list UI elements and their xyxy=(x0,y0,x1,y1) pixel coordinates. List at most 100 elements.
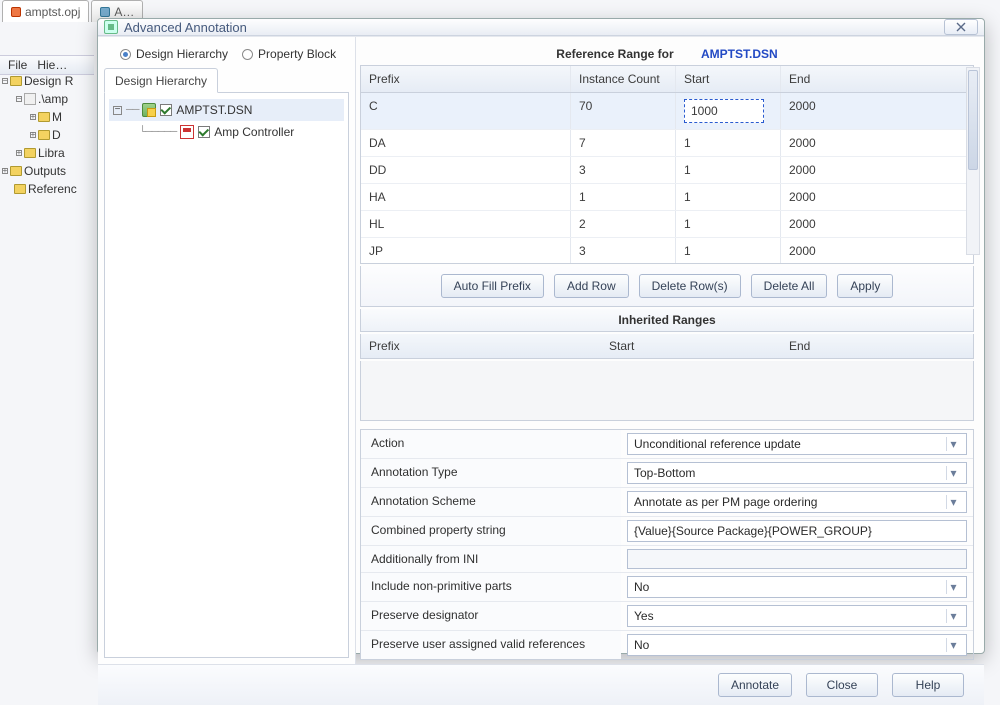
cell-count[interactable]: 3 xyxy=(571,157,676,183)
delete-rows-button[interactable]: Delete Row(s) xyxy=(639,274,741,298)
label-annotation-scheme: Annotation Scheme xyxy=(361,488,621,516)
delete-all-button[interactable]: Delete All xyxy=(751,274,828,298)
tab-amptst[interactable]: amptst.opj xyxy=(2,0,89,22)
cell-prefix[interactable]: DA xyxy=(361,130,571,156)
menu-file[interactable]: File xyxy=(8,58,27,72)
col-start[interactable]: Start xyxy=(601,334,781,358)
combo-annotation-scheme[interactable]: Annotate as per PM page ordering▾ xyxy=(627,491,967,513)
cell-start-input[interactable]: 1000 xyxy=(684,99,764,123)
help-button[interactable]: Help xyxy=(892,673,964,697)
cell-start[interactable]: 1 xyxy=(676,238,781,263)
folder-icon xyxy=(14,184,26,194)
combo-preserve-designator[interactable]: Yes▾ xyxy=(627,605,967,627)
label-additionally-ini: Additionally from INI xyxy=(361,546,621,572)
checkbox[interactable] xyxy=(198,126,210,138)
collapse-icon[interactable]: − xyxy=(2,78,8,84)
col-prefix[interactable]: Prefix xyxy=(361,66,571,92)
radio-property-block[interactable]: Property Block xyxy=(242,47,336,61)
tree-node-dsn[interactable]: − ── AMPTST.DSN xyxy=(109,99,344,121)
cell-start[interactable]: 1 xyxy=(676,184,781,210)
tree-label: Referenc xyxy=(28,180,77,198)
combo-value: Unconditional reference update xyxy=(634,437,801,451)
table-row[interactable]: DD 3 1 2000 xyxy=(361,157,973,184)
col-end[interactable]: End xyxy=(781,66,931,92)
collapse-icon[interactable]: − xyxy=(113,106,122,115)
tree-node-label: Amp Controller xyxy=(214,125,294,139)
inherited-ranges-header: Prefix Start End xyxy=(360,334,974,359)
checkbox[interactable] xyxy=(160,104,172,116)
cell-start[interactable]: 1 xyxy=(676,211,781,237)
table-row[interactable]: HL 2 1 2000 xyxy=(361,211,973,238)
expand-icon[interactable]: + xyxy=(30,114,36,120)
tree-node-label: AMPTST.DSN xyxy=(176,103,252,117)
file-icon xyxy=(24,93,36,105)
table-row[interactable]: DA 7 1 2000 xyxy=(361,130,973,157)
cell-start[interactable]: 1 xyxy=(676,157,781,183)
cell-count[interactable]: 1 xyxy=(571,184,676,210)
grid-scrollbar[interactable] xyxy=(966,67,980,255)
cell-prefix[interactable]: HL xyxy=(361,211,571,237)
add-row-button[interactable]: Add Row xyxy=(554,274,629,298)
combo-value: Top-Bottom xyxy=(634,466,695,480)
cell-end[interactable]: 2000 xyxy=(781,238,931,263)
table-row[interactable]: C 70 1000 2000 xyxy=(361,93,973,130)
tree-connector: ── xyxy=(126,103,138,117)
cell-prefix[interactable]: DD xyxy=(361,157,571,183)
radio-design-hierarchy[interactable]: Design Hierarchy xyxy=(120,47,228,61)
folder-icon xyxy=(24,148,36,158)
table-row[interactable]: JP 3 1 2000 xyxy=(361,238,973,263)
collapse-icon[interactable]: − xyxy=(16,96,22,102)
input-combined-property[interactable]: {Value}{Source Package}{POWER_GROUP} xyxy=(627,520,967,542)
scrollbar-thumb[interactable] xyxy=(968,70,978,170)
cell-count[interactable]: 70 xyxy=(571,93,676,129)
table-row[interactable]: HA 1 1 2000 xyxy=(361,184,973,211)
cell-count[interactable]: 2 xyxy=(571,211,676,237)
annotate-button[interactable]: Annotate xyxy=(718,673,792,697)
cell-end[interactable]: 2000 xyxy=(781,93,931,129)
radio-icon xyxy=(242,49,253,60)
combo-include-nonprimitive[interactable]: No ▾ xyxy=(627,576,967,598)
close-button[interactable]: Close xyxy=(806,673,878,697)
combo-annotation-type[interactable]: Top-Bottom▾ xyxy=(627,462,967,484)
cell-count[interactable]: 3 xyxy=(571,238,676,263)
col-prefix[interactable]: Prefix xyxy=(361,334,601,358)
close-button[interactable] xyxy=(944,19,978,35)
cell-end[interactable]: 2000 xyxy=(781,184,931,210)
tree-node-child[interactable]: └───── Amp Controller xyxy=(109,121,344,143)
chevron-down-icon: ▾ xyxy=(946,638,960,652)
radio-label: Property Block xyxy=(258,47,336,61)
cell-end[interactable]: 2000 xyxy=(781,157,931,183)
cell-end[interactable]: 2000 xyxy=(781,130,931,156)
col-end[interactable]: End xyxy=(781,334,931,358)
auto-fill-prefix-button[interactable]: Auto Fill Prefix xyxy=(441,274,544,298)
expand-icon[interactable]: + xyxy=(2,168,8,174)
apply-button[interactable]: Apply xyxy=(837,274,893,298)
left-pane: Design Hierarchy Property Block Design H… xyxy=(98,37,356,664)
menu-hierarchy[interactable]: Hie… xyxy=(37,58,67,72)
combo-action[interactable]: Unconditional reference update▾ xyxy=(627,433,967,455)
input-value: {Value}{Source Package}{POWER_GROUP} xyxy=(634,524,872,538)
col-start[interactable]: Start xyxy=(676,66,781,92)
chevron-down-icon: ▾ xyxy=(946,580,960,594)
input-additionally-ini[interactable] xyxy=(627,549,967,569)
combo-value: No xyxy=(634,580,649,594)
project-tree: −Design R −.\amp +M +D +Libra +Outputs R… xyxy=(0,72,100,198)
label-annotation-type: Annotation Type xyxy=(361,459,621,487)
reference-range-file: AMPTST.DSN xyxy=(701,47,778,61)
label-preserve-user-refs: Preserve user assigned valid references xyxy=(361,631,621,659)
cell-end[interactable]: 2000 xyxy=(781,211,931,237)
close-icon xyxy=(956,22,966,32)
cell-prefix[interactable]: HA xyxy=(361,184,571,210)
tab-design-hierarchy[interactable]: Design Hierarchy xyxy=(104,68,218,93)
titlebar[interactable]: Advanced Annotation xyxy=(98,19,984,36)
cell-count[interactable]: 7 xyxy=(571,130,676,156)
cell-prefix[interactable]: C xyxy=(361,93,571,129)
cell-start[interactable]: 1 xyxy=(676,130,781,156)
combo-preserve-user-refs[interactable]: No ▾ xyxy=(627,634,967,656)
cell-prefix[interactable]: JP xyxy=(361,238,571,263)
expand-icon[interactable]: + xyxy=(16,150,22,156)
expand-icon[interactable]: + xyxy=(30,132,36,138)
col-instance-count[interactable]: Instance Count xyxy=(571,66,676,92)
cell-start[interactable]: 1000 xyxy=(676,93,781,129)
combo-value: No xyxy=(634,638,649,652)
